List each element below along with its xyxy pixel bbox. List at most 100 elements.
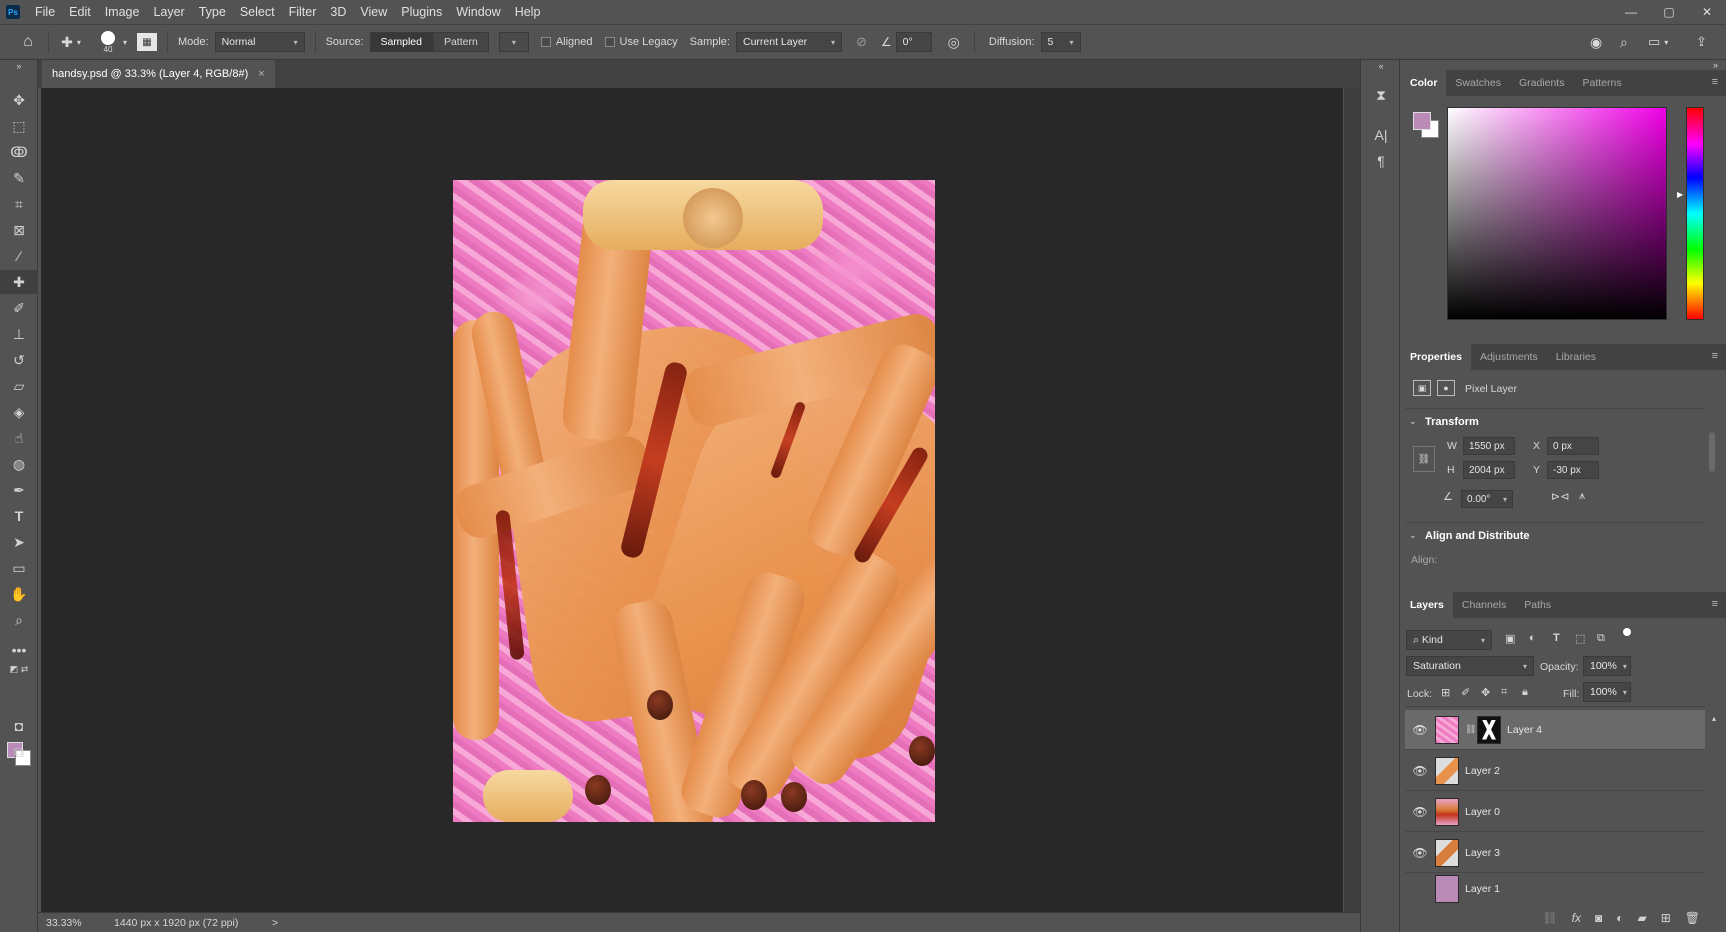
menu-view[interactable]: View [353,0,394,24]
path-selection-tool-icon[interactable]: ➤ [0,530,38,554]
layer-name[interactable]: Layer 0 [1465,806,1500,818]
visibility-eye-icon[interactable]: 👁︎ [1405,846,1435,860]
filter-adjustment-icon[interactable]: ◐ [1529,632,1536,644]
menu-help[interactable]: Help [508,0,548,24]
visibility-toggle-off[interactable]: □ [1405,882,1435,896]
flip-vertical-icon[interactable]: ⩚ [1579,490,1585,503]
eraser-tool-icon[interactable]: ▱ [0,374,38,398]
healing-brush-tool-icon[interactable]: ✚ [0,270,38,294]
add-mask-icon[interactable]: ◙ [1595,911,1602,925]
share-user-icon[interactable]: ◉ [1590,34,1602,51]
hue-slider[interactable] [1686,107,1704,320]
canvas-vertical-scrollbar[interactable] [1344,88,1360,912]
menu-window[interactable]: Window [449,0,507,24]
screen-mode-icon[interactable]: ⧉ [0,740,38,764]
fill-input[interactable]: 100% ▾ [1583,682,1631,702]
tab-libraries[interactable]: Libraries [1547,344,1605,370]
more-tools-icon[interactable]: ••• [0,638,38,662]
zoom-level[interactable]: 33.33% [46,917,108,929]
visibility-eye-icon[interactable]: 👁︎ [1405,723,1435,737]
properties-scrollbar-thumb[interactable] [1709,432,1715,472]
height-input[interactable]: 2004 px [1463,461,1515,479]
filter-smart-object-icon[interactable]: ⧉ [1597,632,1605,645]
menu-3d[interactable]: 3D [323,0,353,24]
hue-slider-pointer-icon[interactable]: ▶ [1677,190,1683,199]
width-input[interactable]: 1550 px [1463,437,1515,455]
y-input[interactable]: -30 px [1547,461,1599,479]
new-adjustment-layer-icon[interactable]: ◐ [1616,911,1623,925]
color-foreground-swatch[interactable] [1413,112,1431,130]
tab-swatches[interactable]: Swatches [1446,70,1510,96]
lock-all-icon[interactable]: 🔒︎ [1522,686,1528,699]
layer-style-icon[interactable]: fx [1572,911,1581,925]
close-window-icon[interactable]: ✕ [1688,0,1726,24]
brush-settings-icon[interactable]: ▦ [137,33,158,51]
search-icon[interactable]: ⌕ [1620,34,1628,51]
chevron-down-icon[interactable]: ⌄ [1409,530,1417,541]
smudge-tool-icon[interactable]: ☝ [0,426,38,450]
tab-adjustments[interactable]: Adjustments [1471,344,1547,370]
collapse-panels-icon[interactable]: » [1713,60,1718,70]
pressure-size-icon[interactable]: ◎ [948,34,960,51]
menu-select[interactable]: Select [233,0,282,24]
angle-field[interactable]: 0° [895,32,932,52]
layer-row-layer-2[interactable]: 👁︎ Layer 2 [1405,751,1705,791]
chevron-down-icon[interactable]: ⌄ [1409,416,1417,427]
panel-menu-icon[interactable]: ≡ [1712,350,1718,362]
healing-brush-preset-icon[interactable]: ✚ ▾ [49,34,93,51]
pattern-picker[interactable]: ▾ [498,32,529,52]
layer-row-layer-4[interactable]: 👁︎ ⛓ Layer 4 [1405,710,1705,750]
tab-layers[interactable]: Layers [1401,592,1453,618]
menu-layer[interactable]: Layer [146,0,191,24]
diffusion-dropdown[interactable]: 5 ▾ [1040,32,1081,52]
layer-name[interactable]: Layer 4 [1507,724,1542,736]
quick-mask-icon[interactable]: ◘ [0,714,38,738]
close-tab-icon[interactable]: × [258,68,264,80]
lock-image-icon[interactable]: ✐ [1461,686,1470,699]
brush-tool-icon[interactable]: ✐ [0,296,38,320]
eyedropper-tool-icon[interactable]: ⁄ [0,244,38,268]
lock-position-icon[interactable]: ✥ [1481,686,1490,699]
move-tool-icon[interactable]: ✥ [0,88,38,112]
zoom-tool-icon[interactable]: ⌕ [0,608,38,632]
lock-artboard-icon[interactable]: ⌗ [1501,686,1507,699]
rotation-angle-input[interactable]: 0.00° ▾ [1461,490,1513,508]
layer-row-layer-1[interactable]: □ Layer 1 [1405,874,1705,904]
layer-row-layer-0[interactable]: 👁︎ Layer 0 [1405,792,1705,832]
new-layer-icon[interactable]: ⊞ [1661,911,1671,925]
home-icon[interactable]: ⌂ [8,33,48,51]
workspace-icon[interactable]: ▭ ▾ [1648,34,1668,50]
delete-layer-icon[interactable]: 🗑︎ [1685,911,1700,925]
crop-tool-icon[interactable]: ⌗ [0,192,38,216]
lock-transparent-icon[interactable]: ⊞ [1441,686,1450,699]
layer-row-layer-3[interactable]: 👁︎ Layer 3 [1405,833,1705,873]
layer-filter-kind-dropdown[interactable]: ⌕ Kind ▾ [1406,630,1492,650]
tab-properties[interactable]: Properties [1401,344,1471,370]
source-sampled-button[interactable]: Sampled [369,32,433,52]
layer-mask-icon[interactable]: ● [1437,380,1455,396]
document-image[interactable] [453,180,935,822]
menu-edit[interactable]: Edit [62,0,98,24]
tab-channels[interactable]: Channels [1453,592,1515,618]
ignore-adjustment-layers-icon[interactable]: ⊘ [856,34,867,50]
blend-mode-dropdown[interactable]: Saturation ▾ [1406,656,1534,676]
opacity-input[interactable]: 100% ▾ [1583,656,1631,676]
layer-mask-thumbnail[interactable] [1477,715,1501,744]
history-panel-icon[interactable]: ⧗ [1361,82,1401,108]
link-layers-icon[interactable]: ⛓ [1542,911,1557,925]
menu-filter[interactable]: Filter [282,0,324,24]
menu-image[interactable]: Image [98,0,147,24]
tab-gradients[interactable]: Gradients [1510,70,1574,96]
tab-patterns[interactable]: Patterns [1573,70,1630,96]
collapse-toolbar-icon[interactable]: » [0,60,38,72]
document-tab[interactable]: handsy.psd @ 33.3% (Layer 4, RGB/8#) × [42,60,275,88]
visibility-eye-icon[interactable]: 👁︎ [1405,805,1435,819]
source-pattern-button[interactable]: Pattern [432,32,489,52]
link-dimensions-icon[interactable]: ⛓ [1413,446,1435,472]
visibility-eye-icon[interactable]: 👁︎ [1405,764,1435,778]
tab-color[interactable]: Color [1401,70,1447,96]
rectangle-tool-icon[interactable]: ▭ [0,556,38,580]
paragraph-panel-icon[interactable]: ¶ [1361,148,1401,174]
clone-stamp-tool-icon[interactable]: ⊥ [0,322,38,346]
new-group-icon[interactable]: ▰ [1637,911,1646,925]
